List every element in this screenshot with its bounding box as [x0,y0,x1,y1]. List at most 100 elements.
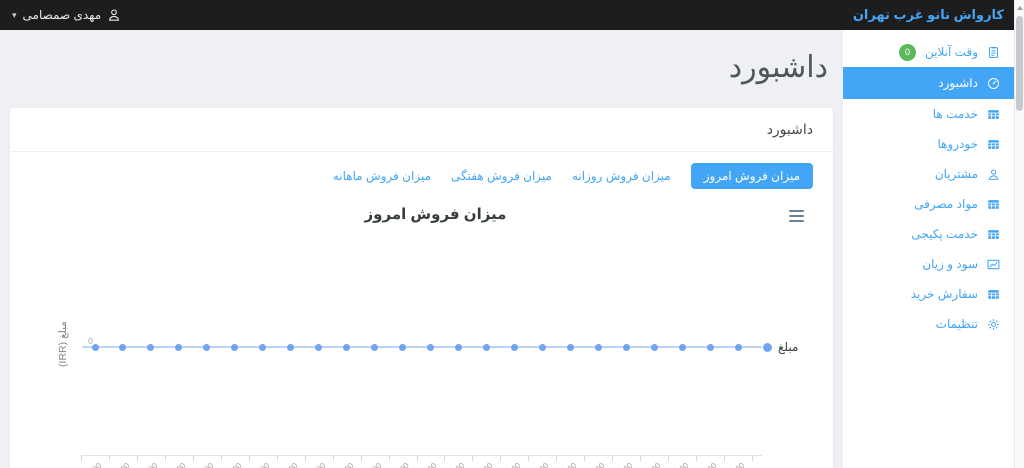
x-axis-tick [192,456,194,461]
sidebar-item-label: مواد مصرفی [914,197,978,211]
data-point [622,344,630,351]
online-count-badge: 0 [899,43,917,61]
x-axis-label: 05:00 [223,461,244,468]
x-axis-label: 18:00 [586,461,607,468]
scrollbar[interactable] [1014,0,1024,468]
sidebar-item-label: داشبورد [938,76,978,90]
data-point [231,344,239,351]
data-point [566,344,574,351]
x-axis-tick [164,456,166,461]
data-point [538,344,546,351]
sidebar-nav: وقت آنلاین 0 داشبورد خدمت ها خودروها مشتریان م… [843,30,1014,339]
x-axis-label: 20:00 [642,461,663,468]
tab-sales-daily[interactable]: میزان فروش روزانه [572,169,671,183]
x-axis-label: 17:00 [558,461,579,468]
tab-sales-today[interactable]: میزان فروش امروز [690,163,813,189]
clipboard-icon [987,46,1000,59]
sidebar-item-dashboard[interactable]: داشبورد [843,67,1014,99]
tab-sales-weekly[interactable]: میزان فروش هفتگی [451,169,552,183]
x-axis-tick [136,456,138,461]
x-axis-tick [751,456,753,461]
line-chart-icon [987,258,1000,271]
x-axis-tick [696,456,698,461]
x-axis-label: 09:00 [334,461,355,468]
topbar: ▾ مهدی صمصامی کارواش نانو غرب تهران [0,0,1014,30]
chevron-down-icon: ▾ [12,9,17,20]
person-icon [987,168,1000,181]
x-axis-tick [528,456,530,461]
data-point [175,344,183,351]
user-icon [107,8,121,22]
sidebar-item-services[interactable]: خدمت ها [843,99,1014,129]
data-point [315,344,323,351]
data-point [454,344,462,351]
x-axis-tick [248,456,250,461]
scrollbar-thumb[interactable] [1016,16,1023,111]
x-axis-label: 08:00 [306,461,327,468]
x-axis-label: 11:00 [391,461,411,468]
gear-icon [987,318,1000,331]
data-point [510,344,518,351]
data-point [482,344,490,351]
sidebar-item-package-service[interactable]: خدمت پکیجی [843,219,1014,249]
card-header: داشبورد [10,108,833,152]
x-axis-tick [388,456,390,461]
sales-tabs: میزان فروش امروز میزان فروش روزانه میزان ف… [333,163,813,189]
data-point [594,344,602,351]
chart-menu-icon[interactable] [789,210,804,225]
data-point [91,344,99,351]
x-axis-tick [332,456,334,461]
sidebar-item-online-time[interactable]: وقت آنلاین 0 [843,37,1014,67]
table-icon [987,288,1000,301]
x-axis-label: 13:00 [446,461,467,468]
x-axis-tick [276,456,278,461]
x-axis-tick [500,456,502,461]
series-line [82,346,762,348]
data-point [287,344,295,351]
x-axis-label: 14:00 [474,461,495,468]
sidebar-item-profit-loss[interactable]: سود و زیان [843,249,1014,279]
user-menu[interactable]: ▾ مهدی صمصامی [12,0,121,30]
x-axis-tick [584,456,586,461]
x-axis-tick [668,456,670,461]
table-icon [987,228,1000,241]
data-point [147,344,155,351]
x-axis-label: 19:00 [614,461,635,468]
x-axis-tick [108,456,110,461]
x-axis-tick [640,456,642,461]
scrollbar-up-arrow-icon[interactable] [1016,6,1023,10]
x-axis-tick [724,456,726,461]
sidebar-item-label: وقت آنلاین [925,45,978,59]
sidebar-item-label: خدمت پکیجی [911,227,978,241]
x-axis-label: 21:00 [670,461,691,468]
table-icon [987,108,1000,121]
x-axis-label: 10:00 [362,461,383,468]
sidebar-item-customers[interactable]: مشتریان [843,159,1014,189]
data-point [706,344,714,351]
sidebar-item-label: مشتریان [934,167,978,181]
x-axis-label: 12:00 [418,461,439,468]
x-axis-tick [416,456,418,461]
data-point [678,344,686,351]
y-axis-label: مبلغ (IRR) [57,321,69,367]
x-axis-label: 16:00 [530,461,551,468]
sidebar-item-label: سود و زیان [922,257,978,271]
chart-title: میزان فروش امروز [364,206,507,223]
sidebar-item-cars[interactable]: خودروها [843,129,1014,159]
sidebar-item-purchase-order[interactable]: سفارش خرید [843,279,1014,309]
chart-legend[interactable]: مبلغ [763,340,798,354]
sidebar-item-settings[interactable]: تنظیمات [843,309,1014,339]
x-axis-label: 00:00 [83,461,104,468]
data-point [371,344,379,351]
sidebar-item-consumables[interactable]: مواد مصرفی [843,189,1014,219]
tab-sales-monthly[interactable]: میزان فروش ماهانه [333,169,431,183]
sidebar-item-label: تنظیمات [935,317,978,331]
brand-title: کارواش نانو غرب تهران [852,7,1004,22]
x-axis-label: 23:00 [726,461,747,468]
x-axis-label: 06:00 [251,461,272,468]
table-icon [987,198,1000,211]
data-point [399,344,407,351]
data-point [119,344,127,351]
x-axis-tick [612,456,614,461]
page-title: داشبورد [728,51,828,84]
